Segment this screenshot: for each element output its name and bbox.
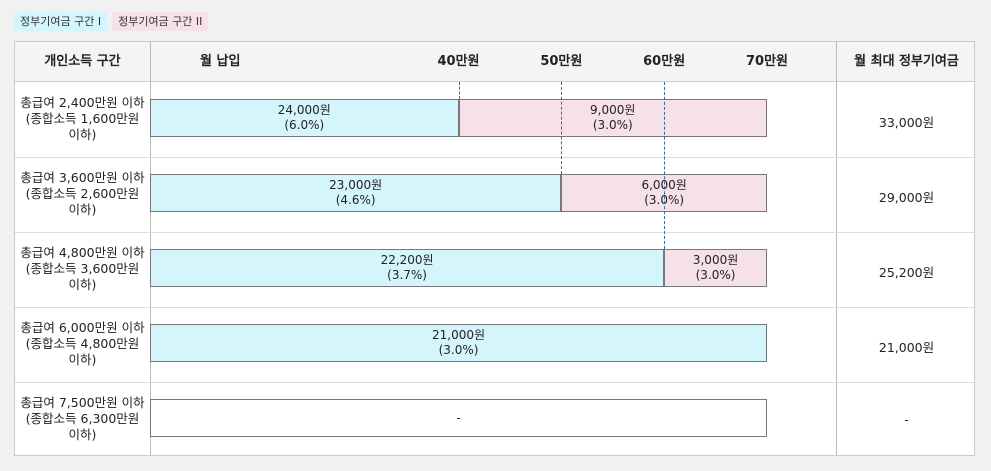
header-max-contribution: 월 최대 정부기여금 [854,54,959,69]
header-income: 개인소득 구간 [44,54,121,69]
max-contribution-value: 21,000원 [878,340,935,355]
bar-segment-tier1: 24,000원 (6.0%) [150,99,459,137]
income-bracket-label: 총급여 7,500만원 이하 (종합소득 6,300만원 이하) [20,395,145,442]
max-contribution-value: 29,000원 [878,190,935,205]
bar-segment-tier2: 9,000원 (3.0%) [458,99,767,137]
legend: 정부기여금 구간 I 정부기여금 구간 II [14,12,209,31]
bar-segment-empty: - [150,399,767,437]
income-bracket-label: 총급여 6,000만원 이하 (종합소득 4,800만원 이하) [20,320,145,367]
tick-label: 60만원 [643,54,686,69]
legend-tier2: 정부기여금 구간 II [112,12,209,31]
contribution-table: 개인소득 구간 월 납입 월 최대 정부기여금 40만원 50만원 60만원 70만원… [14,41,975,456]
table-header: 개인소득 구간 월 납입 월 최대 정부기여금 40만원 50만원 60만원 70만원 [15,42,974,82]
row-divider [15,157,974,158]
max-contribution-value: 25,200원 [878,265,935,280]
income-bracket-label: 총급여 3,600만원 이하 (종합소득 2,600만원 이하) [20,170,145,217]
row-divider [15,382,974,383]
tick-label: 70만원 [745,54,788,69]
income-bracket-label: 총급여 2,400만원 이하 (종합소득 1,600만원 이하) [20,95,145,142]
threshold-marker [664,82,666,249]
bar-segment-tier1: 21,000원 (3.0%) [150,324,767,362]
tick-label: 50만원 [540,54,583,69]
max-contribution-value: 33,000원 [878,115,935,130]
bar-segment-tier1: 22,200원 (3.7%) [150,249,665,287]
max-contribution-value: - [904,412,909,427]
row-divider [15,307,974,308]
income-bracket-label: 총급여 4,800만원 이하 (종합소득 3,600만원 이하) [20,245,145,292]
legend-tier1: 정부기여금 구간 I [14,12,108,31]
bar-segment-tier2: 3,000원 (3.0%) [664,249,767,287]
bar-segment-tier1: 23,000원 (4.6%) [150,174,562,212]
column-divider-right [836,42,837,455]
tick-label: 40만원 [437,54,480,69]
row-divider [15,232,974,233]
threshold-marker [561,82,563,174]
threshold-marker [458,82,460,99]
header-monthly: 월 납입 [200,54,241,69]
